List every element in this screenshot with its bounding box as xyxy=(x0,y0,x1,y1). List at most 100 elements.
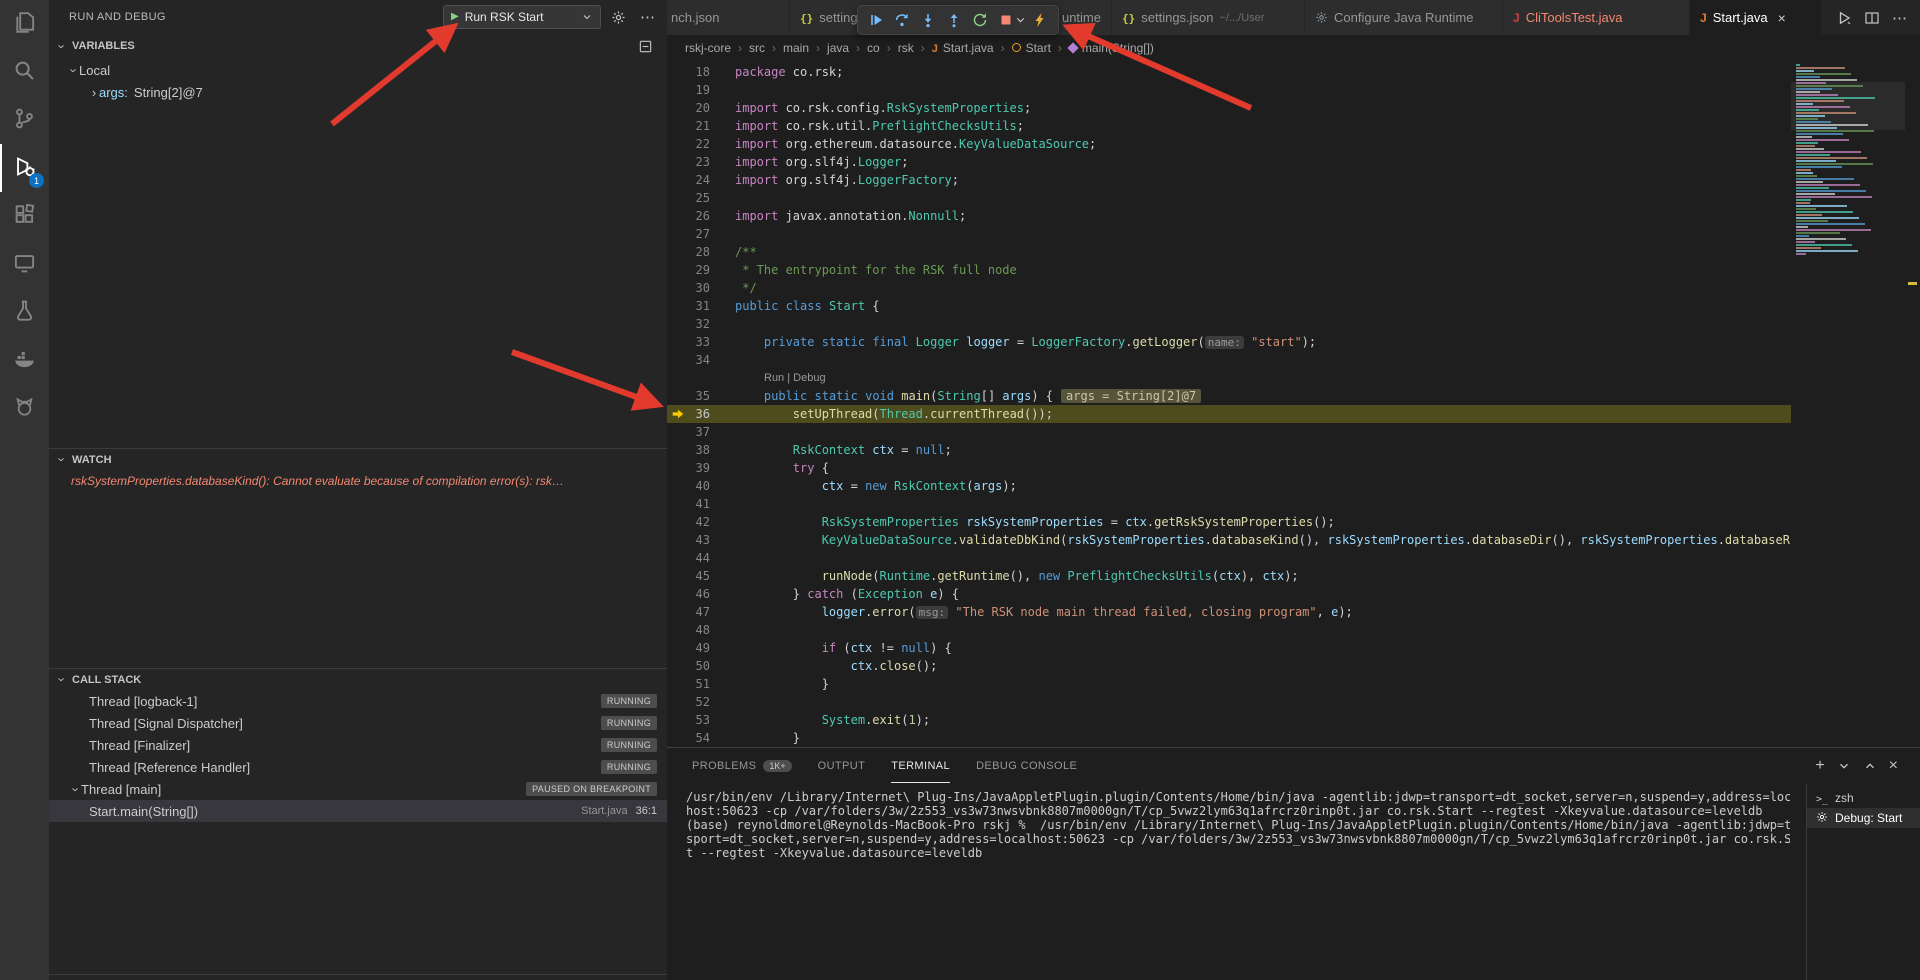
line-number-gutter[interactable]: 25 xyxy=(667,189,710,207)
line-number-gutter[interactable]: 42 xyxy=(667,513,710,531)
activity-run-and-debug[interactable]: 1 xyxy=(0,144,49,192)
breadcrumb-item-main[interactable]: main xyxy=(783,41,809,55)
step-out-icon[interactable] xyxy=(941,8,967,32)
call-stack-thread-row[interactable]: Thread [logback-1]RUNNING xyxy=(49,690,667,712)
watch-expression[interactable]: rskSystemProperties.databaseKind(): Cann… xyxy=(49,470,667,492)
panel-tab-debug-console[interactable]: DEBUG CONSOLE xyxy=(976,748,1077,783)
line-number-gutter[interactable]: 45 xyxy=(667,567,710,585)
line-number-gutter[interactable]: 47 xyxy=(667,603,710,621)
activity-extensions[interactable] xyxy=(0,192,49,240)
activity-search[interactable] xyxy=(0,48,49,96)
breadcrumb-item-co[interactable]: co xyxy=(867,41,880,55)
panel-tab-terminal[interactable]: TERMINAL xyxy=(891,748,950,783)
call-stack-thread-row[interactable]: Thread [Reference Handler]RUNNING xyxy=(49,756,667,778)
close-panel-icon[interactable]: × xyxy=(1889,757,1898,775)
hot-code-replace-icon[interactable] xyxy=(1027,8,1053,32)
activity-explorer[interactable] xyxy=(0,0,49,48)
activity-source-control[interactable] xyxy=(0,96,49,144)
line-number-gutter[interactable]: 46 xyxy=(667,585,710,603)
step-over-icon[interactable] xyxy=(889,8,915,32)
line-number-gutter[interactable]: 39 xyxy=(667,459,710,477)
line-number-gutter[interactable]: 33 xyxy=(667,333,710,351)
breadcrumb-item-rsk[interactable]: rsk xyxy=(898,41,914,55)
breadcrumb-item-start[interactable]: Start xyxy=(1012,41,1051,55)
chevron-down-icon[interactable] xyxy=(1014,8,1027,32)
tab-nch-json[interactable]: nch.json xyxy=(667,0,790,35)
terminal-picker-chevron-icon[interactable] xyxy=(1837,759,1851,773)
breadcrumb-item-rskj-core[interactable]: rskj-core xyxy=(685,41,731,55)
code-editor[interactable]: 18package co.rsk;1920import co.rsk.confi… xyxy=(667,61,1791,749)
collapse-all-icon[interactable] xyxy=(638,39,653,57)
line-number-gutter[interactable]: 20 xyxy=(667,99,710,117)
tab-configure-java-runtime[interactable]: Configure Java Runtime xyxy=(1305,0,1503,35)
call-stack-thread-row[interactable]: Thread [Signal Dispatcher]RUNNING xyxy=(49,712,667,734)
variables-scope-local[interactable]: › Local xyxy=(49,59,667,81)
activity-remote-explorer[interactable] xyxy=(0,240,49,288)
line-number-gutter[interactable]: 21 xyxy=(667,117,710,135)
line-number-gutter[interactable]: 38 xyxy=(667,441,710,459)
breadcrumb-item-src[interactable]: src xyxy=(749,41,765,55)
call-stack-thread-row[interactable]: ›Thread [main]PAUSED ON BREAKPOINT xyxy=(49,778,667,800)
tab-clitoolstest-java[interactable]: JCliToolsTest.java xyxy=(1503,0,1690,35)
line-number-gutter[interactable]: 26 xyxy=(667,207,710,225)
editor-scrollbar[interactable] xyxy=(1905,61,1920,747)
terminal-entry-debug-start[interactable]: Debug: Start xyxy=(1807,808,1920,828)
line-number-gutter[interactable]: 43 xyxy=(667,531,710,549)
panel-tab-output[interactable]: OUTPUT xyxy=(818,748,866,783)
line-number-gutter[interactable]: 27 xyxy=(667,225,710,243)
line-number-gutter[interactable]: 53 xyxy=(667,711,710,729)
more-actions-icon[interactable]: ⋯ xyxy=(1892,9,1908,27)
terminal-entry-zsh[interactable]: >_zsh xyxy=(1807,788,1920,808)
minimap[interactable] xyxy=(1791,61,1905,747)
breadcrumb-item-main-string-[interactable]: main(String[]) xyxy=(1069,41,1154,55)
tab-start-java[interactable]: JStart.java× xyxy=(1690,0,1822,35)
line-number-gutter[interactable]: 35 xyxy=(667,387,710,405)
variables-section-header[interactable]: › VARIABLES xyxy=(49,35,667,57)
line-number-gutter[interactable]: 22 xyxy=(667,135,710,153)
line-number-gutter[interactable]: 52 xyxy=(667,693,710,711)
current-line-breakpoint-arrow[interactable] xyxy=(671,407,685,421)
new-terminal-icon[interactable]: + xyxy=(1815,757,1824,775)
line-number-gutter[interactable]: 24 xyxy=(667,171,710,189)
line-number-gutter[interactable]: 30 xyxy=(667,279,710,297)
line-number-gutter[interactable] xyxy=(667,369,710,387)
line-number-gutter[interactable]: 23 xyxy=(667,153,710,171)
line-number-gutter[interactable]: 28 xyxy=(667,243,710,261)
step-into-icon[interactable] xyxy=(915,8,941,32)
debug-config-dropdown[interactable]: ▶ Run RSK Start xyxy=(443,5,601,29)
activity-docker[interactable] xyxy=(0,336,49,384)
tab-settings-json[interactable]: {}settings.json~/.../User xyxy=(1112,0,1305,35)
line-number-gutter[interactable]: 49 xyxy=(667,639,710,657)
breadcrumb-item-start-java[interactable]: JStart.java xyxy=(932,41,994,55)
call-stack-section-header[interactable]: › CALL STACK xyxy=(49,668,667,690)
stack-frame-selected[interactable]: Start.main(String[]) Start.java 36:1 xyxy=(49,800,667,822)
watch-section-header[interactable]: › WATCH xyxy=(49,448,667,470)
line-number-gutter[interactable]: 54 xyxy=(667,729,710,747)
panel-tab-problems[interactable]: PROBLEMS1K+ xyxy=(692,748,792,783)
activity-testing[interactable] xyxy=(0,288,49,336)
split-editor-icon[interactable] xyxy=(1864,10,1880,26)
line-number-gutter[interactable]: 50 xyxy=(667,657,710,675)
run-file-icon[interactable] xyxy=(1836,10,1852,26)
restart-icon[interactable] xyxy=(967,8,993,32)
line-number-gutter[interactable]: 34 xyxy=(667,351,710,369)
line-number-gutter[interactable]: 29 xyxy=(667,261,710,279)
line-number-gutter[interactable]: 41 xyxy=(667,495,710,513)
line-number-gutter[interactable]: 37 xyxy=(667,423,710,441)
line-number-gutter[interactable]: 19 xyxy=(667,81,710,99)
activity-pets[interactable] xyxy=(0,384,49,432)
more-actions-icon[interactable]: ⋯ xyxy=(639,8,657,26)
maximize-panel-icon[interactable] xyxy=(1863,759,1877,773)
continue-icon[interactable] xyxy=(863,8,889,32)
line-number-gutter[interactable]: 32 xyxy=(667,315,710,333)
line-number-gutter[interactable]: 31 xyxy=(667,297,710,315)
start-debugging-icon[interactable]: ▶ xyxy=(451,12,459,22)
line-number-gutter[interactable]: 48 xyxy=(667,621,710,639)
call-stack-thread-row[interactable]: Thread [Finalizer]RUNNING xyxy=(49,734,667,756)
breakpoints-section-header[interactable]: › BREAKPOINTS xyxy=(49,974,667,980)
line-number-gutter[interactable]: 40 xyxy=(667,477,710,495)
codelens-run-debug[interactable]: Run | Debug xyxy=(710,369,826,387)
line-number-gutter[interactable]: 18 xyxy=(667,63,710,81)
variable-args[interactable]: › args: String[2]@7 xyxy=(49,81,667,103)
breadcrumb-item-java[interactable]: java xyxy=(827,41,849,55)
